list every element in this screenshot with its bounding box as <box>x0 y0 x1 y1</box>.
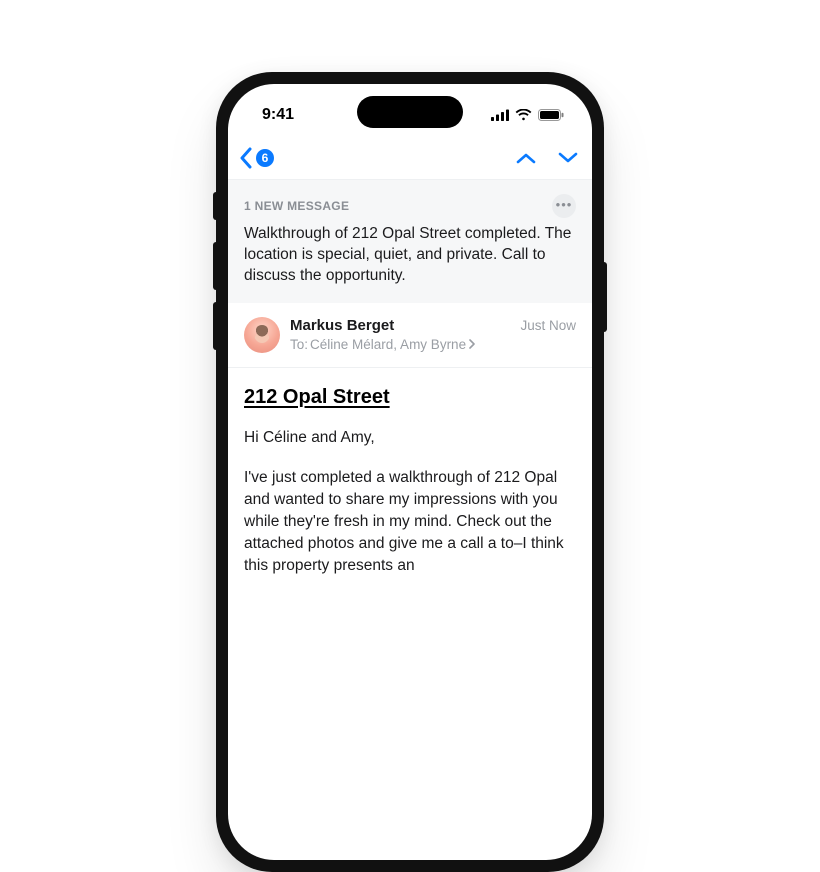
chevron-right-icon <box>468 339 476 349</box>
power-button <box>603 262 607 332</box>
sender-name: Markus Berget <box>290 317 510 336</box>
email-greeting: Hi Céline and Amy, <box>244 427 576 449</box>
phone-frame: 9:41 <box>216 72 604 872</box>
cellular-icon <box>491 109 509 121</box>
email-body: 212 Opal Street Hi Céline and Amy, I've … <box>228 368 592 577</box>
timestamp: Just Now <box>520 317 576 333</box>
screen: 9:41 <box>228 84 592 860</box>
to-label: To: <box>290 336 308 354</box>
email-paragraph: I've just completed a walkthrough of 212… <box>244 467 576 577</box>
chevron-left-icon <box>238 147 254 169</box>
avatar <box>244 317 280 353</box>
chevron-up-icon[interactable] <box>516 151 536 165</box>
summary-text: Walkthrough of 212 Opal Street completed… <box>244 224 576 287</box>
status-time: 9:41 <box>262 106 294 124</box>
dynamic-island <box>357 96 463 128</box>
back-button[interactable]: 6 <box>238 147 274 169</box>
chevron-down-icon[interactable] <box>558 151 578 165</box>
wifi-icon <box>515 109 532 121</box>
more-button[interactable]: ••• <box>552 194 576 218</box>
recipients: Céline Mélard, Amy Byrne <box>310 336 466 354</box>
battery-icon <box>538 109 564 121</box>
message-summary: 1 NEW MESSAGE ••• Walkthrough of 212 Opa… <box>228 180 592 303</box>
volume-up-button <box>213 242 217 290</box>
email-subject: 212 Opal Street <box>244 386 576 409</box>
unread-badge: 6 <box>256 149 274 167</box>
sender-row[interactable]: Markus Berget To: Céline Mélard, Amy Byr… <box>228 303 592 368</box>
side-button <box>213 192 217 220</box>
recipients-line[interactable]: To: Céline Mélard, Amy Byrne <box>290 336 510 354</box>
status-indicators <box>491 109 564 121</box>
ellipsis-icon: ••• <box>556 198 573 211</box>
nav-bar: 6 <box>228 142 592 180</box>
volume-down-button <box>213 302 217 350</box>
summary-label: 1 NEW MESSAGE <box>244 199 349 213</box>
